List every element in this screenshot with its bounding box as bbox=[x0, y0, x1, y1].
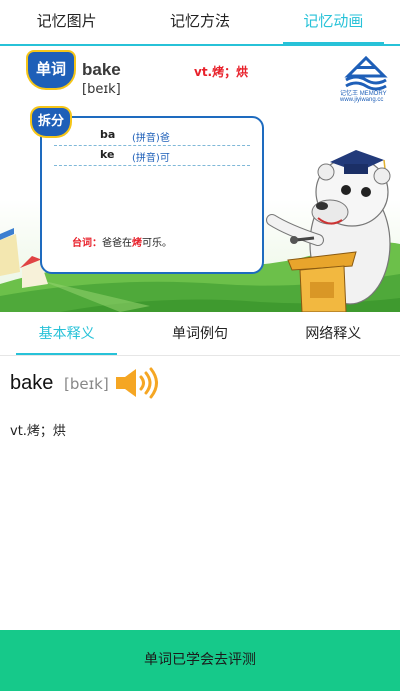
tab-web-meaning[interactable]: 网络释义 bbox=[267, 312, 400, 355]
word-badge: 单词 bbox=[28, 52, 74, 88]
split-badge: 拆分 bbox=[32, 108, 70, 136]
tab-example-sentences[interactable]: 单词例句 bbox=[133, 312, 266, 355]
split-hint-tag: (拼音) bbox=[132, 133, 160, 144]
split-part: ba bbox=[100, 128, 116, 141]
tab-memory-animation[interactable]: 记忆动画 bbox=[267, 0, 400, 44]
mnemonic-label: 台词： bbox=[72, 238, 102, 249]
split-row: ke (拼音)可 bbox=[54, 146, 250, 166]
split-row: ba (拼音)爸 bbox=[54, 126, 250, 146]
mnemonic-post: 可乐。 bbox=[142, 238, 172, 249]
mnemonic-pre: 爸爸在 bbox=[102, 238, 132, 249]
split-card: ba (拼音)爸 ke (拼音)可 台词：爸爸在烤可乐。 bbox=[40, 116, 264, 274]
word-memory-screen: 记忆图片 记忆方法 记忆动画 单词 bake [beɪk] vt.烤；烘 记忆王… bbox=[0, 0, 400, 691]
split-hint-char: 爸 bbox=[159, 133, 170, 144]
banner-word: bake bbox=[82, 60, 121, 79]
banner-phonetic: [beɪk] bbox=[82, 82, 121, 97]
split-part: ke bbox=[100, 148, 115, 161]
speaker-icon[interactable] bbox=[114, 367, 168, 399]
split-hint-tag: (拼音) bbox=[132, 153, 160, 164]
split-hint: (拼音)爸 bbox=[132, 129, 170, 144]
tab-memory-method[interactable]: 记忆方法 bbox=[133, 0, 266, 44]
definition-word: bake bbox=[10, 372, 54, 394]
tab-memory-picture[interactable]: 记忆图片 bbox=[0, 0, 133, 44]
split-hint: (拼音)可 bbox=[132, 149, 170, 164]
memory-king-logo bbox=[344, 55, 388, 91]
definition-tab-bar: 基本释义 单词例句 网络释义 bbox=[0, 312, 400, 356]
definition-meaning: vt.烤；烘 bbox=[10, 424, 66, 439]
tab-basic-meaning[interactable]: 基本释义 bbox=[0, 312, 133, 355]
definition-phonetic: [beɪk] bbox=[64, 375, 109, 393]
logo-caption: 记忆王 MEMORY www.jiyiwang.cc bbox=[340, 88, 387, 103]
logo-url: www.jiyiwang.cc bbox=[340, 97, 384, 103]
definition-panel: bake [beɪk] vt.烤；烘 bbox=[0, 356, 400, 630]
go-to-test-button[interactable]: 单词已学会去评测 bbox=[0, 630, 400, 691]
memory-animation-banner[interactable]: 单词 bake [beɪk] vt.烤；烘 记忆王 MEMORY www.jiy… bbox=[0, 44, 400, 312]
mnemonic-line: 台词：爸爸在烤可乐。 bbox=[72, 234, 172, 249]
top-tab-bar: 记忆图片 记忆方法 记忆动画 bbox=[0, 0, 400, 44]
banner-meaning: vt.烤；烘 bbox=[194, 65, 249, 79]
mnemonic-highlight: 烤 bbox=[132, 238, 142, 249]
split-hint-char: 可 bbox=[159, 153, 170, 164]
